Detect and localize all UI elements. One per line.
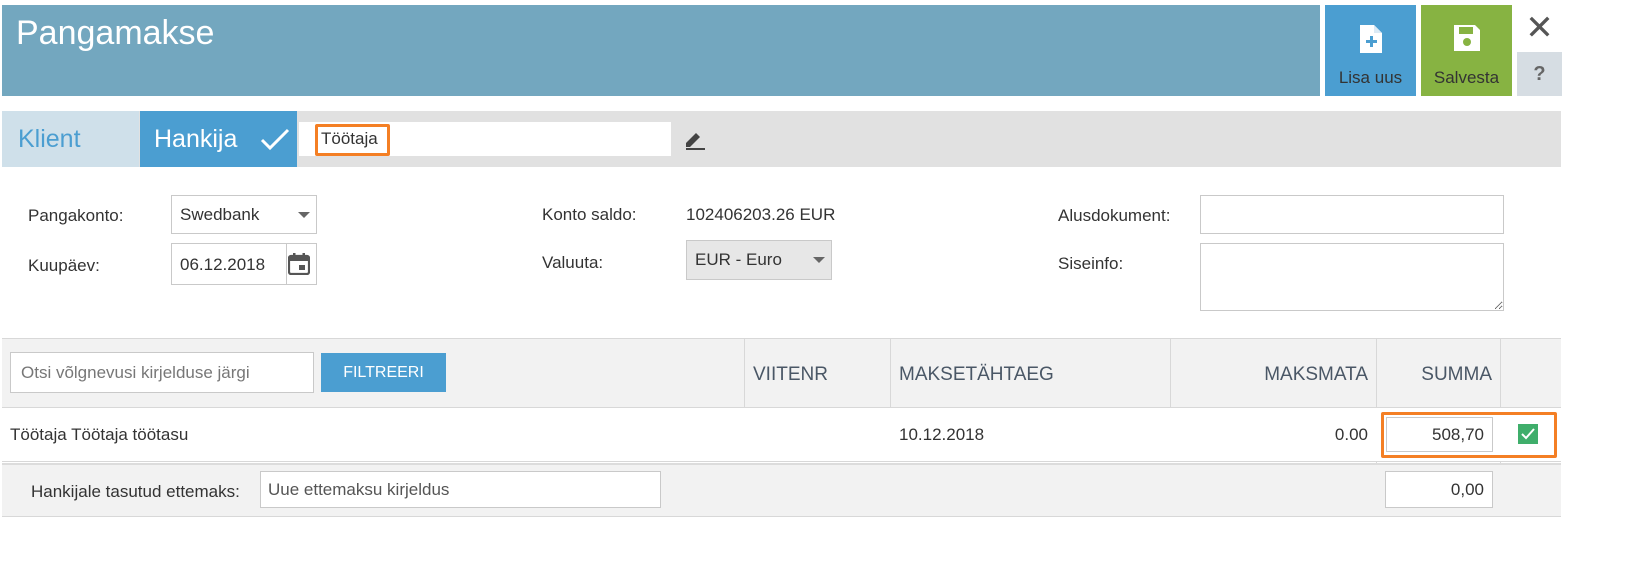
tab-client[interactable]: Klient [2, 111, 139, 167]
page-title: Pangamakse [16, 14, 215, 52]
debt-search-input[interactable] [10, 352, 314, 393]
chevron-down-icon [813, 257, 825, 263]
currency-select[interactable]: EUR - Euro [686, 240, 832, 280]
add-new-button-label: Lisa uus [1338, 68, 1403, 87]
checkmark-icon [1521, 428, 1535, 440]
internal-info-label: Siseinfo: [1058, 254, 1124, 273]
row-description: Töötaja Töötaja töötasu [10, 425, 189, 444]
balance-label: Konto saldo: [542, 205, 637, 224]
base-document-label: Alusdokument: [1058, 206, 1171, 225]
currency-label: Valuuta: [542, 253, 604, 272]
column-header-amount[interactable]: SUMMA [1380, 364, 1492, 386]
edit-pencil-icon[interactable] [683, 129, 707, 156]
chevron-down-icon [298, 212, 310, 218]
balance-value: 102406203.26 EUR [686, 205, 836, 224]
tab-supplier[interactable]: Hankija [140, 111, 297, 167]
help-button[interactable]: ? [1517, 52, 1562, 96]
checkmark-icon [260, 128, 290, 151]
bank-account-value: Swedbank [180, 205, 260, 224]
tab-supplier-label: Hankija [154, 125, 238, 153]
bank-account-select[interactable]: Swedbank [171, 195, 317, 234]
row-due-date: 10.12.2018 [899, 425, 985, 444]
prepayment-amount-input[interactable] [1385, 471, 1493, 508]
row-amount-input[interactable] [1386, 417, 1493, 452]
calendar-icon[interactable] [288, 253, 310, 275]
currency-value: EUR - Euro [695, 250, 782, 269]
row-select-checkbox[interactable] [1518, 424, 1538, 444]
date-divider [286, 244, 287, 284]
internal-info-textarea[interactable] [1200, 243, 1504, 311]
new-document-icon [1359, 25, 1382, 53]
base-document-input[interactable] [1200, 195, 1504, 234]
bank-account-label: Pangakonto: [28, 206, 124, 225]
save-button-label: Salvesta [1433, 68, 1500, 87]
filter-button[interactable]: FILTREERI [321, 353, 446, 392]
prepayment-description-input[interactable] [260, 471, 661, 508]
save-button[interactable]: Salvesta [1421, 5, 1512, 96]
column-header-due-date[interactable]: MAKSETÄHTAEG [899, 364, 1054, 386]
column-header-unpaid[interactable]: MAKSMATA [1180, 364, 1368, 386]
column-header-reference[interactable]: VIITENR [753, 364, 828, 386]
add-new-button[interactable]: Lisa uus [1325, 5, 1416, 96]
close-button[interactable]: ✕ [1517, 5, 1562, 51]
date-label: Kuupäev: [28, 256, 100, 275]
date-value: 06.12.2018 [180, 255, 266, 274]
date-field[interactable]: 06.12.2018 [171, 243, 317, 285]
prepayment-label: Hankijale tasutud ettemaks: [31, 482, 240, 501]
row-unpaid: 0.00 [1334, 425, 1368, 444]
floppy-disk-icon [1453, 25, 1480, 51]
partner-name-input[interactable] [299, 122, 671, 156]
